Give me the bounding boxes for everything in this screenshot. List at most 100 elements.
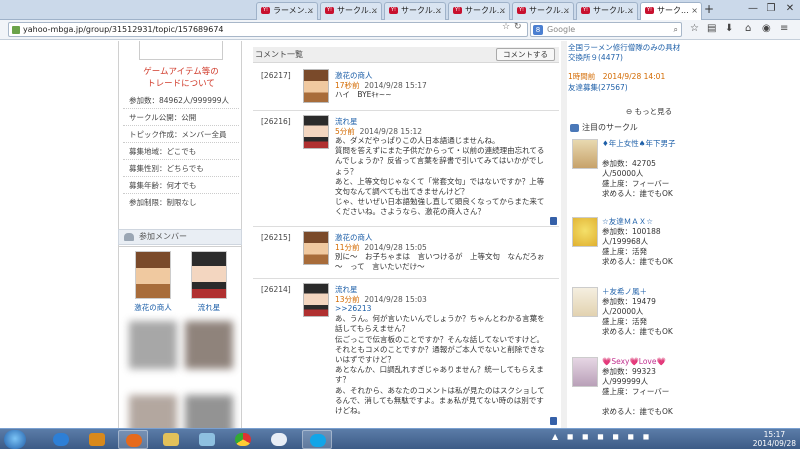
tab-6[interactable]: Y! サークル... × <box>576 2 638 20</box>
game-item-trade-link[interactable]: ゲームアイテム等の トレードについて <box>119 66 243 90</box>
circle-profile-box: ゲームアイテム等の トレードについて 参加数：84962人/999999人 サー… <box>118 41 242 247</box>
info-row: サークル公開：公開 <box>123 109 239 126</box>
close-tab-icon[interactable]: × <box>499 3 506 19</box>
last-update: 1時間前 2014/9/28 14:01 <box>568 72 666 81</box>
maximize-button[interactable]: ❐ <box>762 0 780 18</box>
bookmarks-icon[interactable]: ☆ <box>690 23 699 34</box>
comment-item: [26215] 激花の商人 11分前 2014/9/28 15:05 別に～ お… <box>253 229 559 279</box>
search-input[interactable]: 8 Google ⌕ <box>530 22 682 37</box>
taskbar-ie[interactable] <box>46 430 76 449</box>
close-tab-icon[interactable]: × <box>627 3 634 19</box>
comment-avatar[interactable] <box>303 283 329 317</box>
taskbar-skype[interactable] <box>302 430 332 449</box>
tab-1[interactable]: Y! ラーメン... × <box>256 2 318 20</box>
tab-4[interactable]: Y! サークル... × <box>448 2 510 20</box>
home-icon[interactable]: ⌂ <box>745 23 751 34</box>
menu-icon[interactable]: ≡ <box>780 23 788 34</box>
member-name[interactable]: 激花の商人 <box>131 302 175 313</box>
comment-body: あ、ダメだやっぱりこの人日本語通じませんね。 質問を答えずにまた子供だからって・… <box>335 136 545 217</box>
featured-circle[interactable]: ☆友達ＭＡＸ☆ 参加数：100188人/199968人 盛上度：活発 求める人：… <box>568 217 684 283</box>
member-avatar[interactable] <box>135 251 171 299</box>
circle-title[interactable]: ☆友達ＭＡＸ☆ <box>602 217 686 227</box>
comment-avatar[interactable] <box>303 69 329 103</box>
taskbar-firefox[interactable] <box>118 430 148 449</box>
close-tab-icon[interactable]: × <box>435 3 442 19</box>
comment-ago: 5分前 <box>335 127 355 136</box>
bookmark-list-icon[interactable]: ▤ <box>707 23 716 34</box>
taskbar-network[interactable] <box>264 430 294 449</box>
ramen-circle-link[interactable]: 全国ラーメン修行僧隊のみの具材交換所９(4477) <box>568 43 684 63</box>
close-tab-icon[interactable]: × <box>307 3 314 19</box>
taskbar-explorer[interactable] <box>156 430 186 449</box>
close-window-button[interactable]: ✕ <box>781 0 799 18</box>
new-tab-button[interactable]: + <box>704 2 714 16</box>
more-link-label[interactable]: もっと見る <box>635 107 673 116</box>
close-tab-icon[interactable]: × <box>691 3 698 19</box>
member-name[interactable]: 流れ星 <box>187 302 231 313</box>
delete-comment-icon[interactable] <box>550 417 557 425</box>
circle-thumbnail[interactable] <box>572 357 598 387</box>
close-tab-icon[interactable]: × <box>371 3 378 19</box>
skype-icon <box>310 434 326 447</box>
circle-title[interactable]: ＋友希ノ風＋ <box>602 287 686 297</box>
comment-avatar[interactable] <box>303 115 329 149</box>
reply-anchor-link[interactable]: >>26213 <box>335 304 551 314</box>
friend-circle-title[interactable]: 友達募集(27567) <box>568 83 628 92</box>
skype-addon-icon[interactable]: ◉ <box>762 23 771 34</box>
tab-active[interactable]: Y! サーク... × <box>640 2 702 20</box>
taskbar-app[interactable] <box>192 430 222 449</box>
circle-thumbnail[interactable] <box>572 217 598 247</box>
delete-comment-icon[interactable] <box>550 217 557 225</box>
comment-avatar[interactable] <box>303 231 329 265</box>
tab-3[interactable]: Y! サークル... × <box>384 2 446 20</box>
tab-2[interactable]: Y! サークル... × <box>320 2 382 20</box>
post-comment-button[interactable]: コメントする <box>496 48 555 61</box>
info-row: 募集年齢：何才でも <box>123 177 239 194</box>
tab-5[interactable]: Y! サークル... × <box>512 2 574 20</box>
members-header: 参加メンバー <box>118 229 242 245</box>
featured-circle[interactable]: ♦年上女性♠年下男子 参加数：42705人/50000人 盛上度：フィーバー 求… <box>568 139 684 205</box>
members-icon <box>124 233 134 241</box>
download-icon[interactable]: ⬇ <box>725 23 733 34</box>
reload-icon[interactable]: ↻ <box>514 22 522 32</box>
comment-item: [26216] 流れ星 5分前 2014/9/28 15:12 あ、ダメだやっぱ… <box>253 113 559 227</box>
blurred-member-avatar <box>185 395 233 428</box>
yahoo-mbga-favicon: Y! <box>645 7 654 14</box>
comment-ago: 17秒前 <box>335 81 360 90</box>
minimize-button[interactable]: — <box>744 0 762 18</box>
circle-thumbnail[interactable] <box>572 287 598 317</box>
circle-thumbnail[interactable] <box>572 139 598 169</box>
chrome-icon <box>235 433 251 446</box>
navigation-bar: yahoo-mbga.jp/group/31512931/topic/15768… <box>0 20 800 40</box>
ramen-circle-title[interactable]: 全国ラーメン修行僧隊のみの具材交換所９(4477) <box>568 43 680 62</box>
app-icon <box>199 433 215 446</box>
yahoo-mbga-favicon: Y! <box>581 7 590 14</box>
more-link[interactable]: ⊖ もっと見る <box>626 106 672 117</box>
comment-body-wrap: >>26213 あ、うん。何が言いたいんでしょうか？ちゃんとわかる言葉を話しても… <box>335 304 551 416</box>
clock[interactable]: 15:17 2014/09/28 <box>753 430 796 448</box>
system-tray-icons[interactable]: ▲ ◼ ◼ ◼ ◼ ◼ ◼ <box>552 432 652 441</box>
circle-info: 参加数：19479人/20000人 <box>602 297 656 316</box>
comment-number: [26216] <box>261 117 291 126</box>
bookmark-star-icon[interactable]: ☆ <box>502 22 510 32</box>
blurred-member-avatar <box>129 321 177 369</box>
firefox-icon <box>126 434 142 447</box>
address-bar[interactable]: yahoo-mbga.jp/group/31512931/topic/15768… <box>8 22 528 37</box>
circle-title[interactable]: ♦年上女性♠年下男子 <box>602 139 686 149</box>
search-magnifier-icon[interactable]: ⌕ <box>674 23 678 36</box>
featured-circle[interactable]: ＋友希ノ風＋ 参加数：19479人/20000人 盛上度：活発 求める人：誰でも… <box>568 287 684 353</box>
circle-image <box>139 41 223 60</box>
info-row: 募集性別：どちらでも <box>123 160 239 177</box>
friend-circle-link[interactable]: 友達募集(27567) <box>568 83 684 93</box>
taskbar-media-player[interactable] <box>82 430 112 449</box>
more-arrow-icon: ⊖ <box>626 107 635 116</box>
start-button[interactable] <box>4 430 26 449</box>
member-avatar[interactable] <box>191 251 227 299</box>
member-card[interactable]: 流れ星 <box>187 251 231 313</box>
comment-date: 2014/9/28 15:05 <box>364 243 427 252</box>
taskbar-chrome[interactable] <box>228 430 258 449</box>
featured-circle[interactable]: 💗Sexy💗Love💗 参加数：99323人/999999人 盛上度：フィーバー… <box>568 357 684 427</box>
member-card[interactable]: 激花の商人 <box>131 251 175 313</box>
circle-title[interactable]: 💗Sexy💗Love💗 <box>602 357 686 367</box>
close-tab-icon[interactable]: × <box>563 3 570 19</box>
